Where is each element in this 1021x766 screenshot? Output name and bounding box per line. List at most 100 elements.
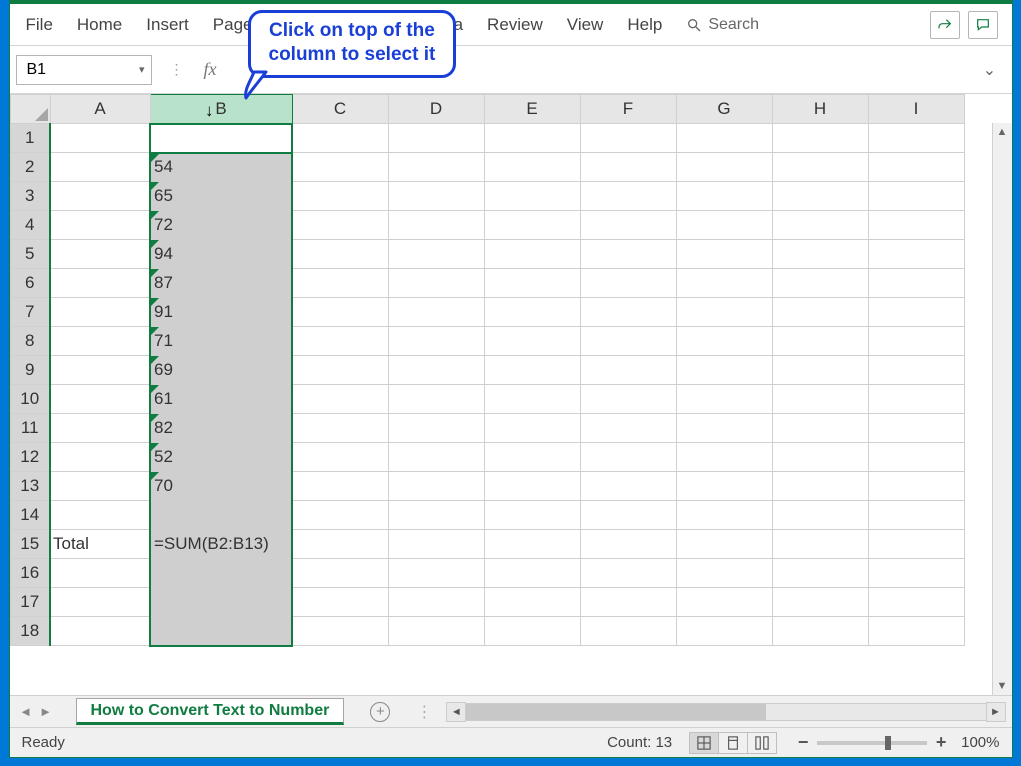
cell-F1[interactable] bbox=[580, 124, 676, 153]
cell-I5[interactable] bbox=[868, 240, 964, 269]
hscroll-thumb[interactable] bbox=[466, 704, 766, 720]
spreadsheet-grid[interactable]: A↓BCDEFGHI125436547259468779187196910611… bbox=[10, 94, 965, 647]
select-all-corner[interactable] bbox=[10, 95, 50, 124]
tabs-options[interactable]: ⋮ bbox=[416, 702, 432, 722]
ribbon-tab-help[interactable]: Help bbox=[625, 11, 664, 39]
row-header-2[interactable]: 2 bbox=[10, 153, 50, 182]
cell-E2[interactable] bbox=[484, 153, 580, 182]
row-header-10[interactable]: 10 bbox=[10, 385, 50, 414]
cell-H4[interactable] bbox=[772, 211, 868, 240]
ribbon-tab-review[interactable]: Review bbox=[485, 11, 545, 39]
cell-B6[interactable]: 87 bbox=[150, 269, 292, 298]
cell-D7[interactable] bbox=[388, 298, 484, 327]
cell-H14[interactable] bbox=[772, 501, 868, 530]
cell-H9[interactable] bbox=[772, 356, 868, 385]
column-header-C[interactable]: C bbox=[292, 95, 388, 124]
cell-E18[interactable] bbox=[484, 617, 580, 646]
cell-B18[interactable] bbox=[150, 617, 292, 646]
cell-H18[interactable] bbox=[772, 617, 868, 646]
cell-C15[interactable] bbox=[292, 530, 388, 559]
cell-E17[interactable] bbox=[484, 588, 580, 617]
cell-B2[interactable]: 54 bbox=[150, 153, 292, 182]
cell-A9[interactable] bbox=[50, 356, 150, 385]
view-pagelayout-button[interactable] bbox=[718, 732, 748, 754]
cell-G18[interactable] bbox=[676, 617, 772, 646]
cell-D3[interactable] bbox=[388, 182, 484, 211]
ribbon-tab-insert[interactable]: Insert bbox=[144, 11, 191, 39]
cell-E3[interactable] bbox=[484, 182, 580, 211]
cell-C18[interactable] bbox=[292, 617, 388, 646]
cell-B8[interactable]: 71 bbox=[150, 327, 292, 356]
cell-G16[interactable] bbox=[676, 559, 772, 588]
cell-G14[interactable] bbox=[676, 501, 772, 530]
column-header-I[interactable]: I bbox=[868, 95, 964, 124]
cell-A18[interactable] bbox=[50, 617, 150, 646]
row-header-15[interactable]: 15 bbox=[10, 530, 50, 559]
cell-F16[interactable] bbox=[580, 559, 676, 588]
cell-D4[interactable] bbox=[388, 211, 484, 240]
column-header-E[interactable]: E bbox=[484, 95, 580, 124]
cell-H7[interactable] bbox=[772, 298, 868, 327]
cell-H13[interactable] bbox=[772, 472, 868, 501]
row-header-7[interactable]: 7 bbox=[10, 298, 50, 327]
cell-B7[interactable]: 91 bbox=[150, 298, 292, 327]
ribbon-tab-file[interactable]: File bbox=[24, 11, 55, 39]
cell-G5[interactable] bbox=[676, 240, 772, 269]
cell-A1[interactable] bbox=[50, 124, 150, 153]
cell-E1[interactable] bbox=[484, 124, 580, 153]
cell-H15[interactable] bbox=[772, 530, 868, 559]
column-header-H[interactable]: H bbox=[772, 95, 868, 124]
cell-G6[interactable] bbox=[676, 269, 772, 298]
cell-C12[interactable] bbox=[292, 443, 388, 472]
cell-F5[interactable] bbox=[580, 240, 676, 269]
cell-B9[interactable]: 69 bbox=[150, 356, 292, 385]
ribbon-tab-view[interactable]: View bbox=[565, 11, 606, 39]
comments-button[interactable] bbox=[968, 11, 998, 39]
cell-A16[interactable] bbox=[50, 559, 150, 588]
view-normal-button[interactable] bbox=[689, 732, 719, 754]
cell-G12[interactable] bbox=[676, 443, 772, 472]
cell-G15[interactable] bbox=[676, 530, 772, 559]
cell-F18[interactable] bbox=[580, 617, 676, 646]
cell-H10[interactable] bbox=[772, 385, 868, 414]
row-header-18[interactable]: 18 bbox=[10, 617, 50, 646]
column-header-B[interactable]: ↓B bbox=[150, 95, 292, 124]
cell-C7[interactable] bbox=[292, 298, 388, 327]
cell-I4[interactable] bbox=[868, 211, 964, 240]
cell-E12[interactable] bbox=[484, 443, 580, 472]
cell-A13[interactable] bbox=[50, 472, 150, 501]
tab-nav-next[interactable]: ► bbox=[36, 704, 56, 719]
cell-E7[interactable] bbox=[484, 298, 580, 327]
column-header-A[interactable]: A bbox=[50, 95, 150, 124]
cell-B14[interactable] bbox=[150, 501, 292, 530]
cell-I9[interactable] bbox=[868, 356, 964, 385]
cell-F2[interactable] bbox=[580, 153, 676, 182]
cell-B5[interactable]: 94 bbox=[150, 240, 292, 269]
cell-D17[interactable] bbox=[388, 588, 484, 617]
cell-E14[interactable] bbox=[484, 501, 580, 530]
cell-E10[interactable] bbox=[484, 385, 580, 414]
cell-D12[interactable] bbox=[388, 443, 484, 472]
zoom-slider[interactable] bbox=[817, 741, 927, 745]
cell-B10[interactable]: 61 bbox=[150, 385, 292, 414]
view-pagebreak-button[interactable] bbox=[747, 732, 777, 754]
cell-I3[interactable] bbox=[868, 182, 964, 211]
vertical-scrollbar[interactable]: ▲ ▼ bbox=[992, 123, 1012, 695]
cell-H16[interactable] bbox=[772, 559, 868, 588]
cell-H17[interactable] bbox=[772, 588, 868, 617]
scroll-down-icon[interactable]: ▼ bbox=[993, 677, 1012, 695]
cell-I6[interactable] bbox=[868, 269, 964, 298]
cell-A8[interactable] bbox=[50, 327, 150, 356]
row-header-16[interactable]: 16 bbox=[10, 559, 50, 588]
zoom-out-button[interactable]: − bbox=[793, 732, 813, 753]
cell-I14[interactable] bbox=[868, 501, 964, 530]
row-header-17[interactable]: 17 bbox=[10, 588, 50, 617]
cell-C13[interactable] bbox=[292, 472, 388, 501]
cell-F9[interactable] bbox=[580, 356, 676, 385]
cell-I16[interactable] bbox=[868, 559, 964, 588]
cell-D8[interactable] bbox=[388, 327, 484, 356]
cell-E6[interactable] bbox=[484, 269, 580, 298]
cell-I13[interactable] bbox=[868, 472, 964, 501]
cell-C14[interactable] bbox=[292, 501, 388, 530]
cell-F11[interactable] bbox=[580, 414, 676, 443]
